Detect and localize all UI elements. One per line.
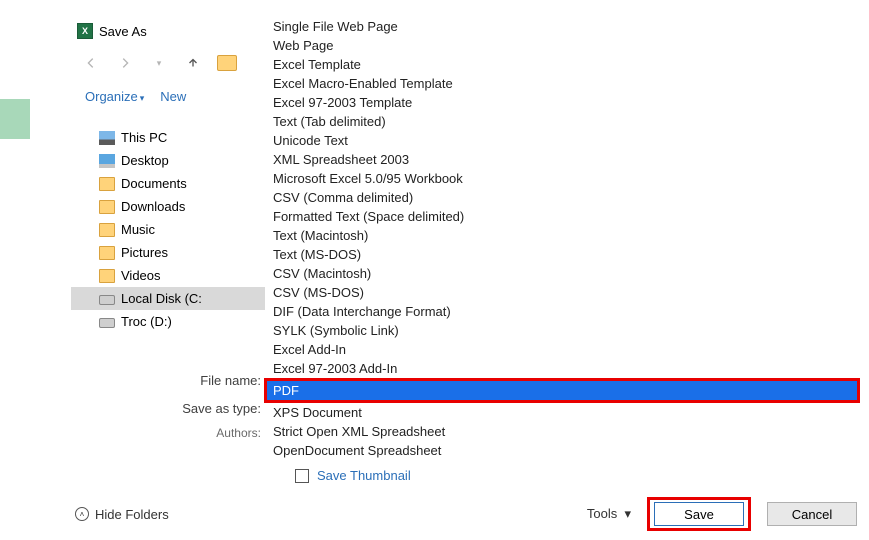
folder-icon: [99, 223, 115, 237]
tree-label: Documents: [121, 176, 187, 191]
tree-pictures[interactable]: Pictures: [71, 241, 265, 264]
tree-label: This PC: [121, 130, 167, 145]
organize-label: Organize: [85, 89, 138, 104]
folder-icon: [99, 177, 115, 191]
dropdown-item[interactable]: Web Page: [267, 36, 857, 55]
folder-icon: [99, 200, 115, 214]
tree-label: Troc (D:): [121, 314, 172, 329]
tree-label: Local Disk (C:: [121, 291, 202, 306]
back-button[interactable]: [81, 53, 101, 73]
tree-troc[interactable]: Troc (D:): [71, 310, 265, 333]
new-menu[interactable]: New: [160, 89, 186, 104]
dropdown-item[interactable]: Excel Template: [267, 55, 857, 74]
authors-label: Authors:: [71, 426, 267, 440]
chevron-up-icon: ˄: [75, 507, 89, 521]
dropdown-item[interactable]: Text (Tab delimited): [267, 112, 857, 131]
pdf-highlight: PDF: [264, 378, 860, 403]
tools-menu[interactable]: Tools ▾: [587, 506, 631, 522]
tree-label: Downloads: [121, 199, 185, 214]
tree-local-disk[interactable]: Local Disk (C:: [71, 287, 265, 310]
dropdown-item[interactable]: CSV (MS-DOS): [267, 283, 857, 302]
tree-videos[interactable]: Videos: [71, 264, 265, 287]
footer: ˄ Hide Folders Tools ▾ Save Cancel: [71, 498, 857, 530]
tree-music[interactable]: Music: [71, 218, 265, 241]
filename-label: File name:: [71, 373, 267, 388]
desktop-icon: [99, 154, 115, 168]
hide-folders-label: Hide Folders: [95, 507, 169, 522]
forward-button[interactable]: [115, 53, 135, 73]
folder-icon: [217, 55, 237, 71]
dropdown-item[interactable]: Unicode Text: [267, 131, 857, 150]
dropdown-item[interactable]: Excel Macro-Enabled Template: [267, 74, 857, 93]
tree-documents[interactable]: Documents: [71, 172, 265, 195]
folder-icon: [99, 269, 115, 283]
tree-label: Pictures: [121, 245, 168, 260]
tree-label: Desktop: [121, 153, 169, 168]
organize-menu[interactable]: Organize▾: [85, 89, 144, 104]
save-thumbnail-checkbox[interactable]: [295, 469, 309, 483]
save-thumbnail-label: Save Thumbnail: [317, 468, 411, 483]
file-type-dropdown: Single File Web PageWeb PageExcel Templa…: [267, 17, 857, 460]
drive-icon: [99, 295, 115, 305]
tree-label: Music: [121, 222, 155, 237]
window-title: Save As: [99, 24, 147, 39]
dropdown-item[interactable]: DIF (Data Interchange Format): [267, 302, 857, 321]
dropdown-item[interactable]: SYLK (Symbolic Link): [267, 321, 857, 340]
cancel-button[interactable]: Cancel: [767, 502, 857, 526]
dropdown-item[interactable]: Formatted Text (Space delimited): [267, 207, 857, 226]
tree-desktop[interactable]: Desktop: [71, 149, 265, 172]
dropdown-item[interactable]: Excel 97-2003 Add-In: [267, 359, 857, 378]
folder-icon: [99, 246, 115, 260]
dropdown-item[interactable]: Strict Open XML Spreadsheet: [267, 422, 857, 441]
folder-tree: This PC Desktop Documents Downloads Musi…: [71, 126, 265, 333]
save-highlight: Save: [647, 497, 751, 531]
tree-label: Videos: [121, 268, 161, 283]
up-button[interactable]: [183, 53, 203, 73]
recent-dropdown[interactable]: ▾: [149, 53, 169, 73]
pc-icon: [99, 131, 115, 145]
saveas-label: Save as type:: [71, 401, 267, 416]
dropdown-item[interactable]: Excel 97-2003 Template: [267, 93, 857, 112]
save-button[interactable]: Save: [654, 502, 744, 526]
dropdown-item[interactable]: OpenDocument Spreadsheet: [267, 441, 857, 460]
tree-this-pc[interactable]: This PC: [71, 126, 265, 149]
dropdown-item[interactable]: XPS Document: [267, 403, 857, 422]
dropdown-item[interactable]: CSV (Comma delimited): [267, 188, 857, 207]
drive-icon: [99, 318, 115, 328]
hide-folders-toggle[interactable]: ˄ Hide Folders: [75, 507, 169, 522]
dropdown-item[interactable]: Text (MS-DOS): [267, 245, 857, 264]
save-as-dialog: X Save As ▾ Organize▾ New This PC Deskto…: [71, 17, 869, 540]
tools-label: Tools: [587, 506, 617, 521]
dropdown-item[interactable]: Single File Web Page: [267, 17, 857, 36]
tree-downloads[interactable]: Downloads: [71, 195, 265, 218]
side-accent: [0, 99, 30, 139]
dropdown-item[interactable]: XML Spreadsheet 2003: [267, 150, 857, 169]
dropdown-item[interactable]: Text (Macintosh): [267, 226, 857, 245]
dropdown-item[interactable]: CSV (Macintosh): [267, 264, 857, 283]
dropdown-item[interactable]: Microsoft Excel 5.0/95 Workbook: [267, 169, 857, 188]
excel-icon: X: [77, 23, 93, 39]
dropdown-item-pdf[interactable]: PDF: [267, 381, 857, 400]
dropdown-item[interactable]: Excel Add-In: [267, 340, 857, 359]
